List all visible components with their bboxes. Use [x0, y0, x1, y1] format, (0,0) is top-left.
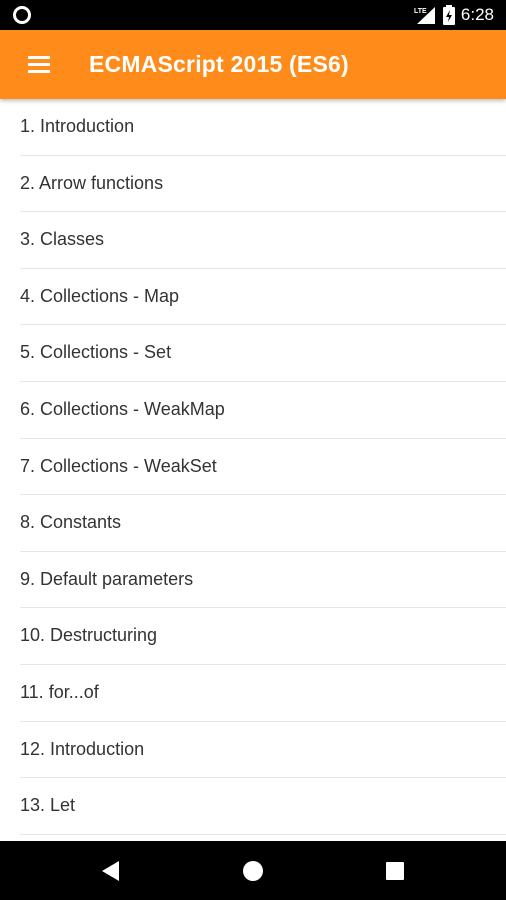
- hamburger-menu-icon[interactable]: [16, 42, 64, 86]
- list-item[interactable]: 12. Introduction: [20, 722, 506, 779]
- list-item[interactable]: 6. Collections - WeakMap: [20, 382, 506, 439]
- network-type-label: LTE: [414, 8, 427, 15]
- list-item[interactable]: 13. Let: [20, 778, 506, 835]
- status-icons: LTE 6:28: [413, 0, 494, 30]
- battery-icon: [442, 5, 455, 25]
- home-icon[interactable]: [218, 841, 288, 900]
- signal-icon: LTE: [414, 7, 435, 24]
- app-bar: ECMAScript 2015 (ES6): [0, 30, 506, 99]
- list-item[interactable]: 7. Collections - WeakSet: [20, 439, 506, 496]
- notification-circle-icon: [13, 6, 31, 24]
- list-item[interactable]: 10. Destructuring: [20, 608, 506, 665]
- list-item[interactable]: 5. Collections - Set: [20, 325, 506, 382]
- chapter-list: 1. Introduction 2. Arrow functions 3. Cl…: [0, 99, 506, 841]
- system-nav-bar: [0, 841, 506, 900]
- list-item[interactable]: 2. Arrow functions: [20, 156, 506, 213]
- list-item[interactable]: 8. Constants: [20, 495, 506, 552]
- page-title: ECMAScript 2015 (ES6): [89, 51, 349, 77]
- recents-icon[interactable]: [360, 841, 430, 900]
- list-item[interactable]: 11. for...of: [20, 665, 506, 722]
- status-bar: LTE 6:28: [0, 0, 506, 30]
- back-icon[interactable]: [76, 841, 146, 900]
- list-item[interactable]: 9. Default parameters: [20, 552, 506, 609]
- list-item[interactable]: 3. Classes: [20, 212, 506, 269]
- status-time: 6:28: [460, 5, 494, 24]
- list-item[interactable]: 1. Introduction: [20, 99, 506, 156]
- list-item[interactable]: 4. Collections - Map: [20, 269, 506, 326]
